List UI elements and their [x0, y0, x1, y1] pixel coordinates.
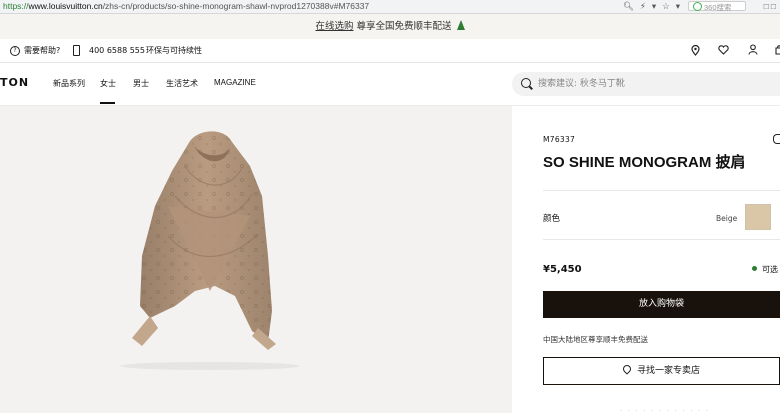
promo-text: 尊享全国免费顺丰配送 [356, 21, 452, 32]
location-pin-icon [621, 363, 633, 375]
url-text[interactable]: https://www.louisvuitton.cn/zhs-cn/produ… [3, 0, 369, 13]
browser-address-bar[interactable]: https://www.louisvuitton.cn/zhs-cn/produ… [0, 0, 780, 14]
chevron-down-icon[interactable]: ▾ [676, 0, 680, 13]
nav-new-collection[interactable]: 新品系列 [53, 78, 85, 89]
phone-number: 400 6588 555 [89, 46, 145, 55]
add-to-cart-button[interactable]: 放入购物袋 [543, 291, 780, 318]
utility-bar: ? 需要帮助? 400 6588 555 环保与可持续性 [0, 39, 780, 63]
location-icon[interactable] [691, 45, 700, 56]
color-swatch[interactable] [745, 204, 771, 230]
color-label: 颜色 [543, 214, 561, 224]
star-icon[interactable]: ☆ [662, 0, 670, 13]
product-image-area[interactable] [0, 106, 512, 413]
phone-icon [73, 45, 80, 56]
brand-logo[interactable]: TON [0, 76, 29, 89]
shop-online-link[interactable]: 在线选购 [315, 21, 353, 32]
product-price: ¥5,450 [543, 264, 582, 275]
product-info-panel: M76337 SO SHINE MONOGRAM 披肩 颜色 Beige ¥5,… [512, 106, 780, 413]
site-search-input[interactable]: 搜索建议: 秋冬马丁靴 [512, 72, 780, 96]
sustainability-label: 环保与可持续性 [146, 46, 202, 55]
search-engine-icon [693, 2, 702, 11]
availability-dot-icon [752, 266, 757, 271]
lightning-icon[interactable]: ⚡︎ [640, 0, 646, 13]
product-title: SO SHINE MONOGRAM 披肩 [543, 154, 746, 171]
availability-status: 可选 [752, 264, 778, 275]
help-link[interactable]: ? 需要帮助? [10, 39, 60, 62]
christmas-tree-icon [456, 20, 465, 30]
nav-magazine[interactable]: MAGAZINE [214, 78, 256, 87]
help-icon: ? [10, 45, 20, 56]
wishlist-heart-icon[interactable] [718, 45, 729, 55]
browser-toolbar-icons[interactable]: □□ [764, 0, 778, 13]
page-dots: · · · · · · · · · · · · [620, 408, 710, 415]
nav-men[interactable]: 男士 [133, 78, 149, 89]
search-placeholder: 搜索建议: 秋冬马丁靴 [538, 79, 625, 89]
wishlist-icon[interactable] [773, 134, 780, 144]
phone-link[interactable]: 400 6588 555 [73, 39, 145, 62]
shipping-note: 中国大陆地区尊享顺丰免费配送 [543, 335, 648, 344]
color-value: Beige [716, 214, 738, 223]
nav-art-of-living[interactable]: 生活艺术 [166, 78, 198, 89]
divider [543, 239, 780, 240]
main-navigation: TON 新品系列 女士 男士 生活艺术 MAGAZINE 搜索建议: 秋冬马丁靴 [0, 63, 780, 106]
account-icon[interactable] [748, 44, 758, 55]
sustainability-link[interactable]: 环保与可持续性 [146, 39, 202, 62]
shawl-product-image [120, 131, 300, 370]
product-sku: M76337 [543, 135, 576, 144]
help-label: 需要帮助? [24, 46, 61, 55]
promo-bar: 在线选购 尊享全国免费顺丰配送 [0, 14, 780, 39]
browser-search-input[interactable]: 360搜索 [688, 1, 746, 12]
search-icon [521, 78, 531, 88]
nav-active-indicator [100, 102, 115, 104]
find-store-button[interactable]: 寻找一家专卖店 [543, 357, 780, 385]
dropdown-icon[interactable]: ▾ [652, 0, 656, 13]
shopping-bag-icon[interactable] [775, 44, 780, 55]
divider [543, 190, 780, 191]
nav-women[interactable]: 女士 [100, 78, 116, 89]
url-host: www.louisvuitton.cn [28, 1, 103, 11]
url-path: /zhs-cn/products/so-shine-monogram-shawl… [102, 1, 370, 11]
search-icon[interactable]: 🔍︎ [623, 0, 634, 13]
url-protocol: https:// [3, 1, 29, 11]
